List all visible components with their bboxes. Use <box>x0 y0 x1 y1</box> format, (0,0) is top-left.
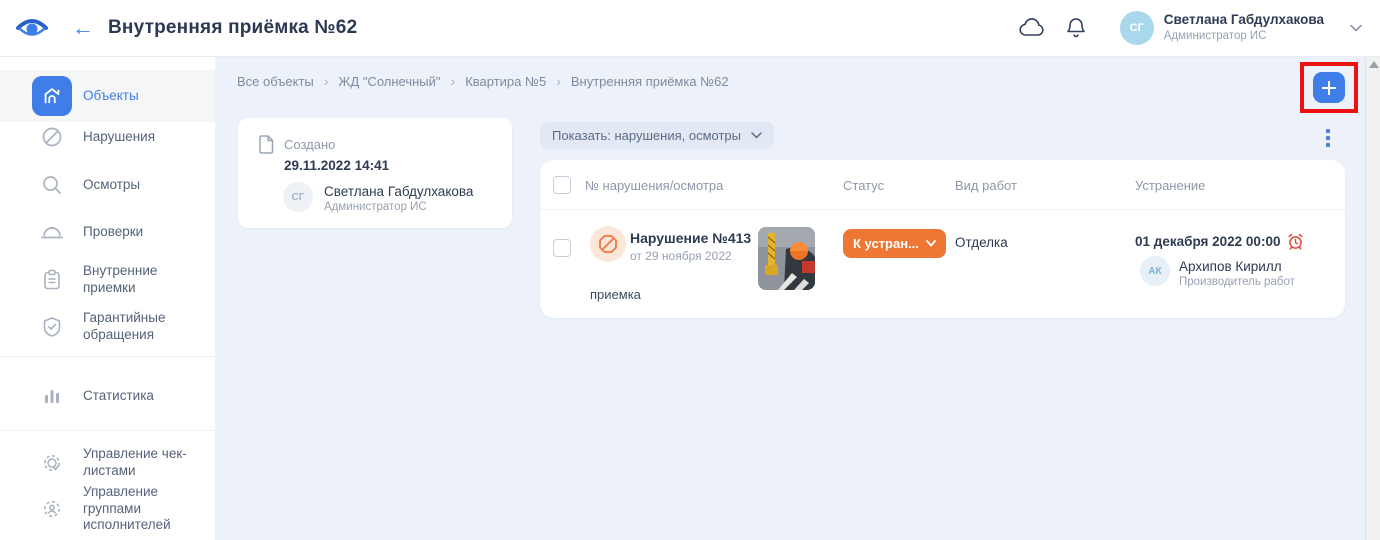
sidebar-item-label: Управление чек-листами <box>83 446 205 480</box>
violation-date: от 29 ноября 2022 <box>630 249 732 263</box>
header-actions: СГ Светлана Габдулхакова Администратор И… <box>1010 11 1380 45</box>
select-all-checkbox[interactable] <box>553 176 571 194</box>
assignee-name: Архипов Кирилл <box>1179 259 1282 274</box>
sidebar-item-internal-acceptances[interactable]: Внутренние приемки <box>0 256 215 304</box>
assignee-role: Производитель работ <box>1179 276 1295 288</box>
sidebar-item-violations[interactable]: Нарушения <box>0 113 215 161</box>
filter-label: Показать: нарушения, осмотры <box>552 128 741 143</box>
table-header: № нарушения/осмотра Статус Вид работ Уст… <box>540 160 1345 210</box>
author-name: Светлана Габдулхакова <box>324 184 473 199</box>
breadcrumb: Все объекты › ЖД "Солнечный" › Квартира … <box>237 73 729 89</box>
column-header-resolution: Устранение <box>1135 178 1205 193</box>
sidebar-item-label: Гарантийные обращения <box>83 310 205 344</box>
magnifier-icon <box>40 174 64 196</box>
work-type: Отделка <box>955 235 1008 250</box>
scroll-up-arrow-icon[interactable] <box>1369 61 1379 68</box>
sidebar-item-label: Нарушения <box>83 129 155 146</box>
page-title: Внутренняя приёмка №62 <box>108 17 357 39</box>
back-arrow-icon[interactable]: ← <box>72 17 94 39</box>
created-label: Создано <box>284 137 335 152</box>
deadline-text: 01 декабря 2022 00:00 <box>1135 234 1280 249</box>
violation-title-link[interactable]: Нарушение №413 <box>630 230 751 246</box>
main-content: Все объекты › ЖД "Солнечный" › Квартира … <box>215 57 1380 540</box>
user-role: Администратор ИС <box>1164 29 1324 43</box>
app-logo-eye-icon[interactable] <box>0 16 64 40</box>
row-checkbox[interactable] <box>553 239 571 257</box>
document-icon <box>258 135 274 159</box>
sidebar-divider <box>0 430 215 431</box>
sidebar-item-inspections[interactable]: Осмотры <box>0 161 215 209</box>
sidebar-divider <box>0 356 215 357</box>
shield-check-icon <box>40 316 64 338</box>
user-avatar[interactable]: СГ <box>1120 11 1154 45</box>
column-header-number: № нарушения/осмотра <box>585 178 723 193</box>
clipboard-icon <box>40 269 64 291</box>
table-options-kebab-menu[interactable] <box>1324 127 1332 149</box>
sidebar-item-statistics[interactable]: Статистика <box>0 372 215 420</box>
sidebar-item-label: Управление группами исполнителей <box>83 484 205 535</box>
assignee-avatar: АК <box>1140 256 1170 286</box>
plus-icon <box>1313 72 1345 103</box>
user-info: Светлана Габдулхакова Администратор ИС <box>1164 12 1324 43</box>
user-name: Светлана Габдулхакова <box>1164 12 1324 29</box>
user-menu-chevron-icon[interactable] <box>1350 19 1362 37</box>
alarm-clock-icon <box>1287 233 1304 250</box>
status-dropdown-button[interactable]: К устран... <box>843 229 946 258</box>
breadcrumb-all-objects[interactable]: Все объекты <box>237 74 314 89</box>
sidebar-item-warranty-claims[interactable]: Гарантийные обращения <box>0 303 215 351</box>
violation-photo-thumbnail[interactable] <box>758 227 815 290</box>
chevron-down-icon <box>751 132 762 139</box>
show-filter-dropdown[interactable]: Показать: нарушения, осмотры <box>540 122 774 149</box>
top-header: ← Внутренняя приёмка №62 СГ Светлана Габ… <box>0 0 1380 57</box>
bar-chart-icon <box>40 386 64 406</box>
violation-icon <box>590 226 626 262</box>
table-row: Нарушение №413 от 29 ноября 2022 приемка <box>540 210 1345 317</box>
creation-info-card: Создано 29.11.2022 14:41 СГ Светлана Габ… <box>238 118 512 228</box>
bell-icon[interactable] <box>1054 17 1098 39</box>
violation-tag: приемка <box>590 287 641 302</box>
author-role: Администратор ИС <box>324 201 427 213</box>
items-table: № нарушения/осмотра Статус Вид работ Уст… <box>540 160 1345 318</box>
sidebar-item-label: Проверки <box>83 224 143 241</box>
sidebar-item-checklist-management[interactable]: Управление чек-листами <box>0 439 215 487</box>
column-header-work-type: Вид работ <box>955 178 1017 193</box>
status-label: К устран... <box>853 236 919 251</box>
gear-person-icon <box>40 498 64 520</box>
breadcrumb-apartment[interactable]: Квартира №5 <box>465 74 546 89</box>
vertical-scrollbar[interactable] <box>1365 57 1380 540</box>
deadline: 01 декабря 2022 00:00 <box>1135 233 1304 250</box>
gear-check-icon <box>40 452 64 474</box>
sidebar-item-label: Внутренние приемки <box>83 263 205 297</box>
hard-hat-icon <box>40 221 64 243</box>
sidebar-item-label: Осмотры <box>83 177 140 194</box>
breadcrumb-separator: › <box>451 73 456 89</box>
chevron-down-icon <box>926 240 936 247</box>
no-entry-icon <box>40 126 64 148</box>
breadcrumb-separator: › <box>556 73 561 89</box>
sidebar-item-label: Объекты <box>83 88 139 105</box>
created-timestamp: 29.11.2022 14:41 <box>284 158 389 173</box>
breadcrumb-separator: › <box>324 73 329 89</box>
breadcrumb-residential[interactable]: ЖД "Солнечный" <box>338 74 440 89</box>
cloud-sync-icon[interactable] <box>1010 18 1054 38</box>
column-header-status: Статус <box>843 178 884 193</box>
add-button[interactable] <box>1313 72 1345 103</box>
sidebar-nav: Объекты Нарушения Осмо <box>0 57 215 540</box>
app-window: ← Внутренняя приёмка №62 СГ Светлана Габ… <box>0 0 1380 540</box>
sidebar-item-checks[interactable]: Проверки <box>0 208 215 256</box>
sidebar-item-executor-groups-management[interactable]: Управление группами исполнителей <box>0 481 215 537</box>
sidebar-item-label: Статистика <box>83 388 154 405</box>
author-avatar: СГ <box>283 182 313 212</box>
home-icon <box>32 76 72 116</box>
annotation-highlight-box <box>1300 62 1358 113</box>
breadcrumb-current: Внутренняя приёмка №62 <box>571 74 729 89</box>
